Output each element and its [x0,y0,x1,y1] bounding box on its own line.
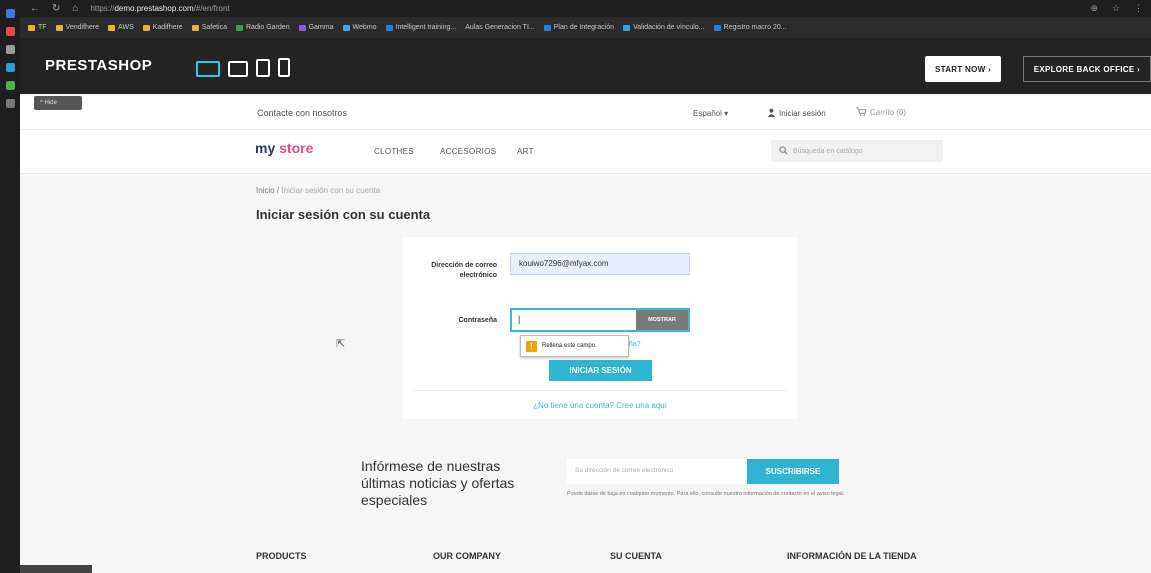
bookmark-item[interactable]: Radio Garden [236,24,290,31]
webmo-icon [342,24,350,31]
page-title: Iniciar sesión con su cuenta [256,207,431,222]
nav-art[interactable]: ART [517,147,534,156]
app-icon[interactable] [5,27,15,36]
bookmark-item[interactable]: Webmo [342,24,377,31]
bookmark-item[interactable]: Gamma [298,24,334,31]
folder-icon [191,24,199,31]
radio-icon [236,24,243,31]
show-password-button[interactable]: MOSTRAR [636,308,690,332]
bookmark-item[interactable]: Kadifhere [142,24,183,31]
footer-products-heading: PRODUCTS [256,551,307,561]
password-label: Contraseña [458,317,497,324]
footer-account-heading: SU CUENTA [610,551,662,561]
prestashop-demo-bar: PRESTASHOP START NOW › EXPLORE BACK OFFI… [20,38,1151,94]
email-field[interactable]: kouiwo7296@mfyax.com [510,253,690,275]
newsletter-title: Infórmese de nuestras últimas noticias y… [361,458,515,508]
newsletter-note: Puede darse de baja en cualquier momento… [567,491,845,497]
browser-chrome: ← ↻ ⌂ https://demo.prestashop.com/#/en/f… [20,0,1151,38]
login-submit-button[interactable]: INICIAR SESIÓN [549,360,652,381]
extensions-icon[interactable]: ⊕ [1090,3,1098,14]
search-input[interactable]: Búsqueda en catálogo [771,140,943,162]
url-text[interactable]: https://demo.prestashop.com/#/en/front [90,4,229,13]
app-icon[interactable] [5,45,15,54]
page-icon [543,24,551,31]
bookmark-item[interactable]: Validación de vínculo... [623,24,705,31]
footer-company-heading: OUR COMPANY [433,551,501,561]
browser-actions: ⊕ ☆ ⋮ [1090,3,1143,14]
subscribe-button[interactable]: SUSCRIBIRSE [747,459,839,484]
back-icon[interactable]: ← [30,3,40,14]
page-icon [623,24,631,31]
bookmark-item[interactable]: Plan de Integración [543,24,614,31]
home-icon[interactable]: ⌂ [72,3,78,14]
warning-icon: ! [526,340,537,352]
nav-accesorios[interactable]: ACCESORIOS [440,147,496,156]
folder-icon [55,24,63,31]
header-topline: Contacte con nosotros Español ▾ Iniciar … [20,96,1151,130]
phone-view-icon[interactable] [278,58,290,77]
menu-icon[interactable]: ⋮ [1134,3,1143,14]
breadcrumb: Inicio / Iniciar sesión con su cuenta [256,186,381,195]
status-strip [20,565,92,573]
bookmark-item[interactable]: Safetica [191,24,227,31]
bookmark-item[interactable]: Registro macro 20... [713,24,787,31]
tablet-view-icon[interactable] [256,59,270,77]
divider [413,390,787,391]
email-label: Dirección de correo electrónico [431,262,497,279]
search-icon [779,145,788,157]
hide-toggle[interactable]: ^ Hide [34,96,82,110]
footer-store-info-heading: INFORMACIÓN DE LA TIENDA [787,551,917,561]
store-header: Contacte con nosotros Español ▾ Iniciar … [20,96,1151,174]
breadcrumb-current: Iniciar sesión con su cuenta [281,186,381,195]
start-now-button[interactable]: START NOW › [924,56,1001,82]
page-icon [385,24,393,31]
bookmark-item[interactable]: TF [28,24,47,31]
validation-tooltip: ! Rellena este campo. [520,335,629,357]
folder-icon [142,24,150,31]
app-icon[interactable] [5,81,15,90]
address-bar[interactable]: ← ↻ ⌂ https://demo.prestashop.com/#/en/f… [20,0,1151,17]
cart-icon [856,107,867,118]
os-taskbar [0,0,20,573]
mouse-cursor-icon: ⇱ [336,338,346,350]
bookmarks-bar: TF Vendifhere AWS Kadifhere Safetica Rad… [20,19,1151,36]
desktop-view-icon[interactable] [196,61,220,77]
bookmark-item[interactable]: Vendifhere [55,24,99,31]
laptop-view-icon[interactable] [228,61,248,77]
reload-icon[interactable]: ↻ [52,3,60,14]
store-logo[interactable]: my store [255,140,313,156]
breadcrumb-home[interactable]: Inicio [256,186,275,195]
star-icon[interactable]: ☆ [1112,3,1120,14]
app-icon[interactable] [5,63,15,72]
page-icon [713,24,721,31]
gamma-icon [298,24,306,31]
create-account-link[interactable]: ¿No tiene una cuenta? Cree una aquí [403,401,797,410]
nav-clothes[interactable]: CLOTHES [374,147,414,156]
login-link[interactable]: Iniciar sesión [767,108,826,119]
bookmark-item[interactable]: AWS [108,24,134,31]
user-icon [767,108,776,119]
explore-back-office-button[interactable]: EXPLORE BACK OFFICE › [1022,56,1151,82]
app-icon[interactable] [5,9,15,18]
login-form: Dirección de correo electrónico kouiwo72… [403,237,797,419]
password-field[interactable]: | [510,308,636,332]
contact-link[interactable]: Contacte con nosotros [257,108,347,118]
bookmark-item[interactable]: Intelligent training... [385,24,456,31]
app-icon[interactable] [5,99,15,108]
prestashop-logo[interactable]: PRESTASHOP [45,57,152,74]
folder-icon [108,24,116,31]
folder-icon [28,24,35,31]
newsletter-email-input[interactable]: Su dirección de correo electrónico [567,459,747,484]
language-selector[interactable]: Español ▾ [693,109,728,118]
cart-link[interactable]: Carrito (0) [856,107,906,118]
bookmark-item[interactable]: Aulas Generacion TI... [465,24,535,31]
device-switcher [196,58,290,77]
